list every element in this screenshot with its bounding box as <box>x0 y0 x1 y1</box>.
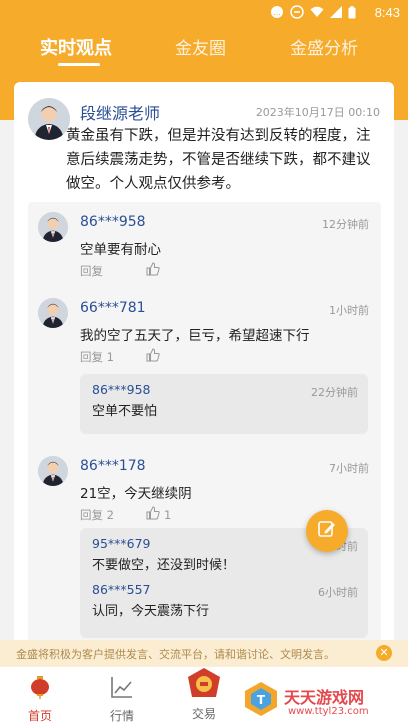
commenter-avatar[interactable] <box>38 212 68 242</box>
chart-icon <box>110 677 134 703</box>
reply-time: 6小时前 <box>318 586 358 599</box>
watermark-title: 天天游戏网 <box>284 688 365 707</box>
notification-icon: … <box>270 5 284 23</box>
commenter-avatar[interactable] <box>38 456 68 486</box>
thumbs-up-icon <box>146 262 160 279</box>
close-notice-button[interactable]: ✕ <box>376 645 392 661</box>
svg-text:T: T <box>257 693 266 707</box>
watermark-url: www.ttyl23.com <box>288 706 369 717</box>
comment-item: 86***958 12分钟前 空单要有耐心 回复 <box>28 202 381 292</box>
status-icons: … <box>270 5 356 23</box>
watermark: T 天天游戏网 www.ttyl23.com <box>236 670 408 727</box>
comment-text: 我的空了五天了，巨亏，希望超速下行 <box>80 328 310 344</box>
lantern-icon <box>28 676 52 703</box>
like-count: 1 <box>164 507 172 522</box>
tab-friends-circle[interactable]: 金友圈 <box>175 34 226 59</box>
commenter-avatar[interactable] <box>38 298 68 328</box>
commenter-name[interactable]: 86***958 <box>80 214 146 230</box>
nav-trade[interactable]: 交易 <box>174 667 234 722</box>
nav-home-label: 首页 <box>27 709 52 723</box>
reply-button[interactable]: 回复 2 <box>80 507 146 523</box>
notice-bar: 金盛将积极为客户提供发言、交流平台，请和谐讨论、文明发言。 ✕ <box>0 640 408 667</box>
author-name[interactable]: 段继源老师 <box>80 100 160 124</box>
dnd-icon <box>290 5 304 23</box>
comment-text: 空单要有耐心 <box>80 242 161 258</box>
reply-text: 认同，今天震荡下行 <box>92 604 210 619</box>
edit-icon <box>317 519 337 543</box>
trade-icon <box>186 668 222 705</box>
reply-user[interactable]: 95***679 <box>92 536 151 551</box>
like-button[interactable] <box>146 348 164 365</box>
comment-time: 7小时前 <box>329 462 369 475</box>
comment-actions: 回复 1 <box>80 348 164 365</box>
comment-list: 86***958 12分钟前 空单要有耐心 回复 66***781 1小时前 我… <box>28 202 381 682</box>
wifi-icon <box>310 6 324 22</box>
commenter-name[interactable]: 86***178 <box>80 458 146 474</box>
nav-market-label: 行情 <box>109 709 134 723</box>
reply-button[interactable]: 回复 1 <box>80 349 146 365</box>
reply-item[interactable]: 86***557 6小时前 认同，今天震荡下行 <box>80 574 368 620</box>
reply-button[interactable]: 回复 <box>80 263 146 279</box>
post-card: 段继源老师 2023年10月17日 00:10 黄金虽有下跌，但是并没有达到反转… <box>14 82 394 682</box>
comment-text: 21空，今天继续阴 <box>80 486 192 502</box>
post-time: 2023年10月17日 00:10 <box>255 106 380 119</box>
reply-item[interactable]: 86***958 22分钟前 空单不要怕 <box>80 374 368 420</box>
like-button[interactable] <box>146 262 164 279</box>
like-button[interactable]: 1 <box>146 506 171 523</box>
svg-text:…: … <box>273 8 281 17</box>
comment-actions: 回复 <box>80 262 164 279</box>
notice-text: 金盛将积极为客户提供发言、交流平台，请和谐讨论、文明发言。 <box>16 648 335 661</box>
comment-time: 1小时前 <box>329 304 369 317</box>
reply-text: 空单不要怕 <box>92 404 158 419</box>
reply-user[interactable]: 86***557 <box>92 582 151 597</box>
signal-icon <box>330 6 342 22</box>
nav-trade-label: 交易 <box>191 707 216 721</box>
reply-list: 86***958 22分钟前 空单不要怕 <box>80 374 368 434</box>
author-avatar[interactable] <box>28 98 70 140</box>
nav-home[interactable]: 首页 <box>10 675 70 724</box>
comment-time: 12分钟前 <box>322 218 369 231</box>
comment-item: 66***781 1小时前 我的空了五天了，巨亏，希望超速下行 回复 1 86*… <box>28 288 381 458</box>
status-bar: … 8:43 <box>0 0 408 26</box>
comment-actions: 回复 2 1 <box>80 506 171 523</box>
battery-icon <box>348 5 356 23</box>
tab-bar: 实时观点 金友圈 金盛分析 <box>0 26 408 70</box>
reply-time: 22分钟前 <box>311 386 358 399</box>
thumbs-up-icon <box>146 348 160 365</box>
nav-market[interactable]: 行情 <box>92 675 152 724</box>
status-time: 8:43 <box>374 5 400 20</box>
watermark-logo-icon: T <box>242 680 280 722</box>
post-body: 黄金虽有下跌，但是并没有达到反转的程度，注意后续震荡走势，不管是否继续下跌，都不… <box>66 128 371 192</box>
reply-user[interactable]: 86***958 <box>92 382 151 397</box>
active-tab-indicator <box>58 63 100 66</box>
tab-realtime-views[interactable]: 实时观点 <box>40 34 112 60</box>
reply-text: 不要做空，还没到时候！ <box>92 558 236 573</box>
tab-analysis[interactable]: 金盛分析 <box>290 34 358 59</box>
compose-button[interactable] <box>306 510 348 552</box>
thumbs-up-icon <box>146 506 160 523</box>
commenter-name[interactable]: 66***781 <box>80 300 146 316</box>
